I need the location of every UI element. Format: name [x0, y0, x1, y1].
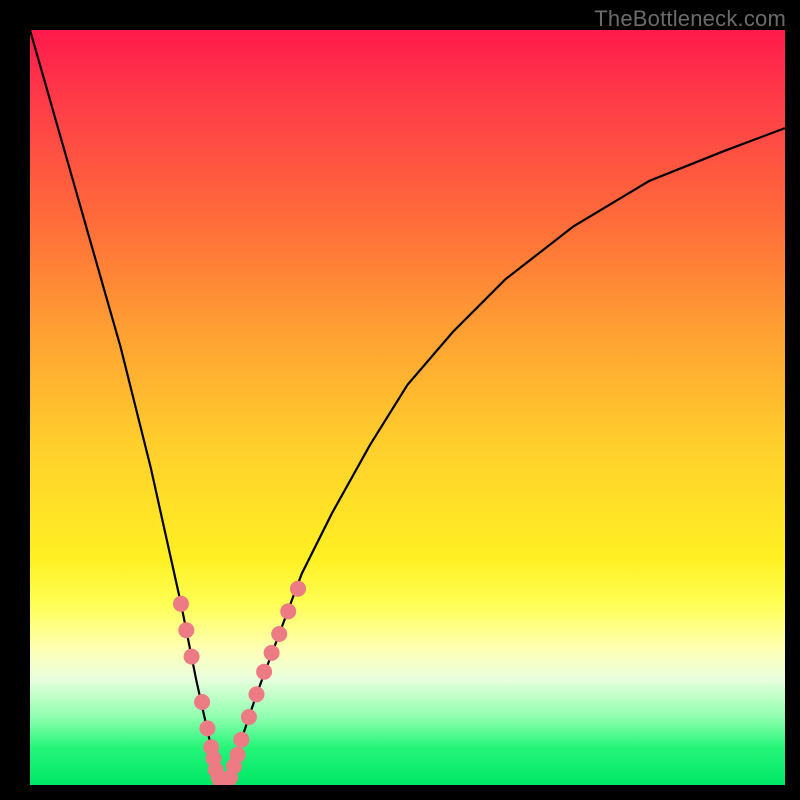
watermark-text: TheBottleneck.com — [594, 6, 786, 32]
chart-svg — [30, 30, 785, 785]
sample-point — [241, 709, 257, 725]
sample-point — [184, 649, 200, 665]
sample-point — [230, 747, 246, 763]
sample-point — [264, 645, 280, 661]
bottleneck-curve — [30, 30, 785, 785]
chart-frame: TheBottleneck.com — [0, 0, 800, 800]
sample-points-group — [173, 581, 306, 785]
sample-point — [178, 622, 194, 638]
sample-point — [194, 694, 210, 710]
sample-point — [173, 596, 189, 612]
sample-point — [256, 664, 272, 680]
sample-point — [199, 720, 215, 736]
sample-point — [280, 603, 296, 619]
sample-point — [271, 626, 287, 642]
sample-point — [233, 732, 249, 748]
sample-point — [249, 686, 265, 702]
sample-point — [290, 581, 306, 597]
chart-plot-area — [30, 30, 785, 785]
